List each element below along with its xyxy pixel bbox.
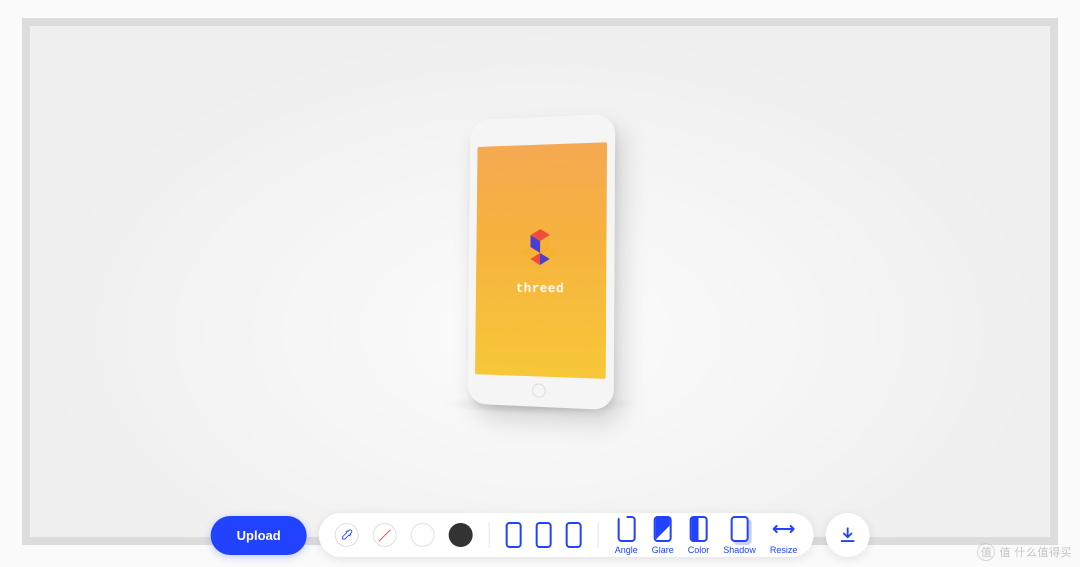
watermark-logo-icon: 值 xyxy=(977,543,995,561)
download-icon xyxy=(838,526,856,544)
brand-text: threed xyxy=(516,280,565,295)
bottom-toolbar: Upload Angle Glare Color Shadow xyxy=(211,513,870,557)
tool-pill-main: Angle Glare Color Shadow Resize xyxy=(319,513,814,557)
tool-glare-label: Glare xyxy=(652,545,674,555)
tool-color[interactable]: Color xyxy=(688,516,710,555)
tool-resize[interactable]: Resize xyxy=(770,516,798,555)
watermark: 值 值 什么值得买 xyxy=(977,543,1072,561)
separator xyxy=(598,522,599,548)
color-icon xyxy=(690,516,708,542)
device-option-3[interactable] xyxy=(566,522,582,548)
tool-shadow-label: Shadow xyxy=(723,545,756,555)
resize-icon xyxy=(773,516,795,542)
eyedropper-icon xyxy=(340,528,354,542)
phone-body: threed xyxy=(467,114,615,411)
white-swatch[interactable] xyxy=(411,523,435,547)
home-button-icon xyxy=(532,383,546,398)
device-option-2[interactable] xyxy=(536,522,552,548)
glare-icon xyxy=(654,516,672,542)
phone-screen: threed xyxy=(475,142,607,379)
dark-swatch[interactable] xyxy=(449,523,473,547)
watermark-text: 值 什么值得买 xyxy=(999,544,1072,560)
device-option-1[interactable] xyxy=(506,522,522,548)
tool-glare[interactable]: Glare xyxy=(652,516,674,555)
tool-resize-label: Resize xyxy=(770,545,798,555)
tool-shadow[interactable]: Shadow xyxy=(723,516,756,555)
download-button[interactable] xyxy=(825,513,869,557)
angle-icon xyxy=(617,516,635,542)
no-color-swatch[interactable] xyxy=(373,523,397,547)
upload-button[interactable]: Upload xyxy=(211,516,307,555)
eyedropper-button[interactable] xyxy=(335,523,359,547)
canvas-frame: threed xyxy=(22,18,1058,545)
shadow-icon xyxy=(731,516,749,542)
tool-angle[interactable]: Angle xyxy=(615,516,638,555)
tool-color-label: Color xyxy=(688,545,710,555)
threed-logo-icon xyxy=(517,224,564,272)
separator xyxy=(489,522,490,548)
phone-mockup[interactable]: threed xyxy=(467,114,615,411)
tool-angle-label: Angle xyxy=(615,545,638,555)
